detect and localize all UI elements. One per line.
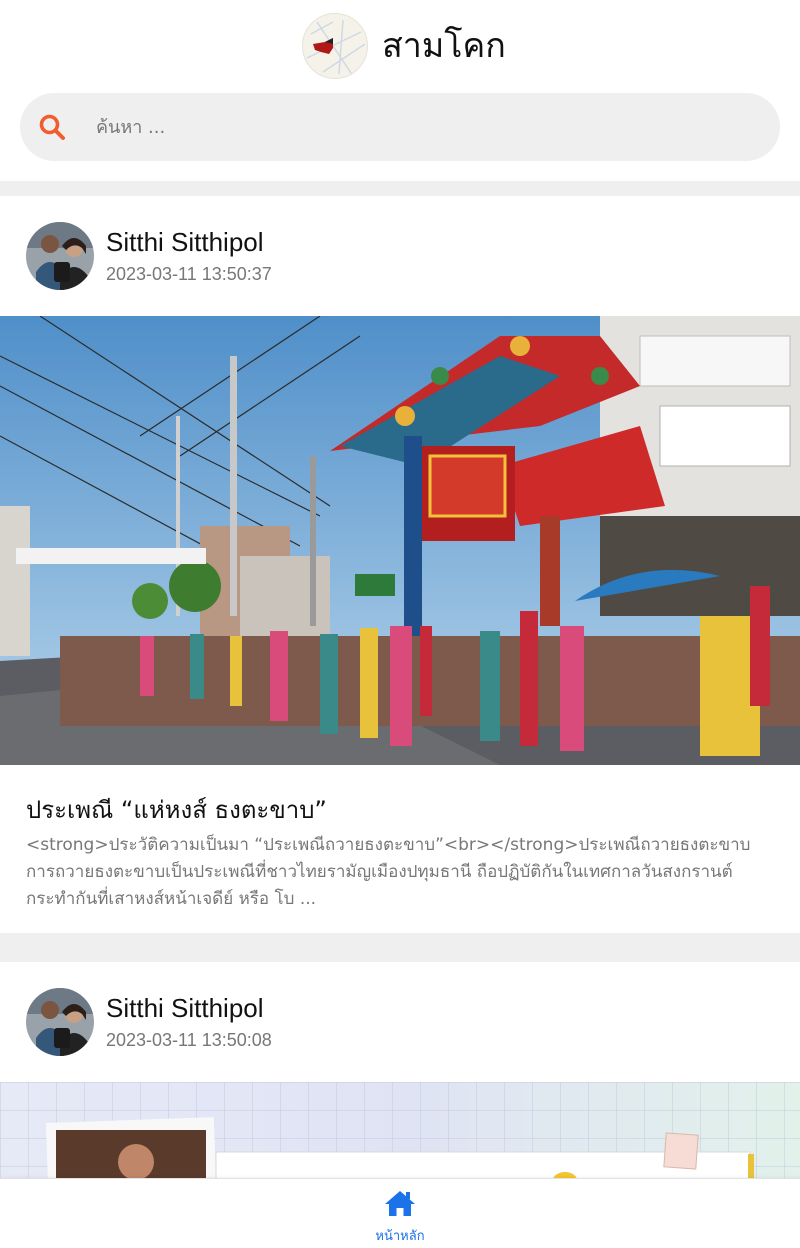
app-root: สามโคก Sitthi Sitthipol 2023-03-11 13:50… xyxy=(0,0,800,1248)
home-icon[interactable] xyxy=(384,1189,416,1217)
search-input[interactable] xyxy=(96,107,736,147)
post-title[interactable]: ประเพณี “แห่หงส์ ธงตะขาบ” xyxy=(26,794,327,826)
nav-home[interactable]: หน้าหลัก xyxy=(360,1179,440,1248)
app-header: สามโคก xyxy=(0,0,800,181)
author-name[interactable]: Sitthi Sitthipol xyxy=(106,226,264,258)
post-timestamp: 2023-03-11 13:50:37 xyxy=(106,264,272,284)
post-excerpt: <strong>ประวัติความเป็นมา “ประเพณีถวายธง… xyxy=(26,835,751,909)
search-icon[interactable] xyxy=(38,113,66,141)
author-name[interactable]: Sitthi Sitthipol xyxy=(106,992,264,1024)
nav-home-label[interactable]: หน้าหลัก xyxy=(360,1225,440,1246)
bottom-nav: หน้าหลัก xyxy=(0,1178,800,1248)
post-timestamp: 2023-03-11 13:50:08 xyxy=(106,1030,272,1050)
map-logo-icon xyxy=(302,13,368,79)
post-card[interactable]: Sitthi Sitthipol 2023-03-11 13:50:37 ประ… xyxy=(0,196,800,933)
app-title: สามโคก xyxy=(382,26,506,66)
post-image[interactable] xyxy=(0,316,800,765)
author-avatar[interactable] xyxy=(26,988,94,1056)
author-avatar[interactable] xyxy=(26,222,94,290)
